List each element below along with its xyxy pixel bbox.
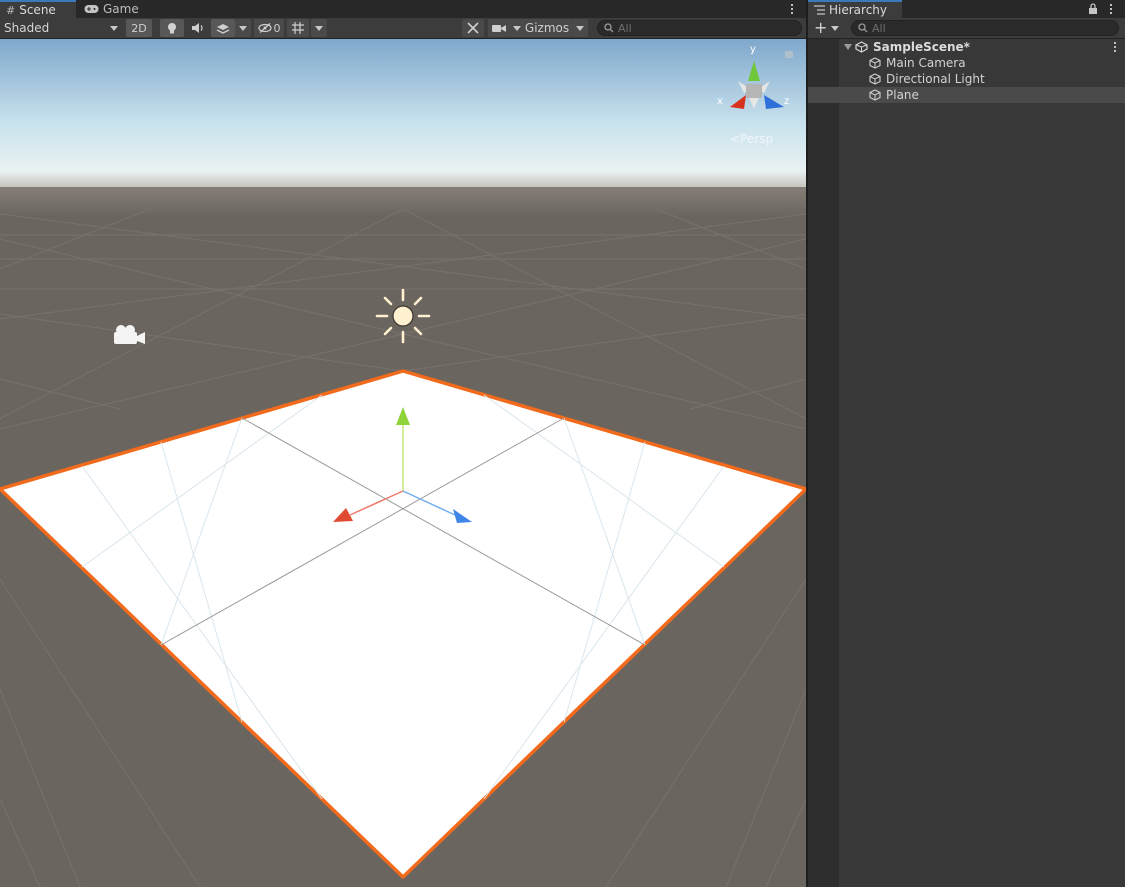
chevron-down-icon bbox=[110, 25, 118, 31]
hierarchy-panel: Hierarchy + All SampleScene* Main Camera… bbox=[806, 0, 1125, 887]
scene-render bbox=[0, 39, 806, 887]
hierarchy-item-directional-light[interactable]: Directional Light bbox=[808, 71, 1125, 87]
toggle-2d-label: 2D bbox=[131, 21, 147, 35]
chevron-down-icon bbox=[239, 25, 247, 31]
unity-scene-icon bbox=[855, 41, 868, 53]
scene-search-input[interactable]: All bbox=[597, 20, 802, 36]
scene-panel: # Scene Game Shaded 2D 0 Gizmos All y x … bbox=[0, 0, 806, 887]
chevron-down-icon bbox=[513, 25, 521, 31]
hierarchy-search-input[interactable]: All bbox=[851, 20, 1119, 36]
hierarchy-item-label: Plane bbox=[886, 88, 919, 102]
effects-dropdown-button[interactable] bbox=[235, 19, 251, 37]
gizmo-z-label: z bbox=[784, 96, 790, 107]
scene-panel-menu-icon[interactable] bbox=[787, 1, 797, 17]
hidden-objects-count: 0 bbox=[273, 21, 281, 35]
lock-icon[interactable] bbox=[785, 51, 793, 58]
expand-arrow-icon[interactable] bbox=[844, 44, 852, 50]
tab-scene-label: Scene bbox=[19, 3, 56, 17]
tab-scene[interactable]: # Scene bbox=[0, 0, 76, 18]
grid-snap-button[interactable] bbox=[287, 19, 309, 37]
lock-icon[interactable] bbox=[1088, 3, 1098, 14]
projection-toggle[interactable]: <Persp bbox=[730, 132, 773, 146]
gizmo-x-label: x bbox=[717, 96, 723, 107]
audio-toggle-button[interactable] bbox=[186, 19, 210, 37]
lightbulb-icon bbox=[168, 22, 176, 33]
gameobject-cube-icon bbox=[869, 73, 881, 85]
tools-button[interactable] bbox=[462, 19, 484, 37]
hierarchy-item-label: Main Camera bbox=[886, 56, 966, 70]
scene-name: SampleScene* bbox=[873, 40, 970, 54]
grid-dropdown-button[interactable] bbox=[311, 19, 327, 37]
grid-snap-icon bbox=[292, 22, 304, 34]
hierarchy-item-main-camera[interactable]: Main Camera bbox=[808, 55, 1125, 71]
directional-light-gizmo[interactable] bbox=[375, 288, 431, 344]
chevron-down-icon bbox=[831, 25, 840, 31]
hierarchy-item-label: Directional Light bbox=[886, 72, 985, 86]
gizmos-button[interactable]: Gizmos bbox=[522, 19, 572, 37]
tab-hierarchy-label: Hierarchy bbox=[829, 3, 888, 17]
hierarchy-search-placeholder: All bbox=[872, 21, 886, 35]
gizmo-y-label: y bbox=[750, 44, 756, 55]
shading-mode-dropdown[interactable]: Shaded bbox=[0, 18, 122, 38]
camera-settings-button[interactable] bbox=[488, 19, 510, 37]
layers-icon bbox=[216, 23, 230, 34]
effects-toggle-button[interactable] bbox=[211, 19, 235, 37]
tab-hierarchy[interactable]: Hierarchy bbox=[808, 0, 902, 18]
eye-slash-icon bbox=[257, 23, 272, 33]
scene-toolbar: Shaded 2D 0 Gizmos All bbox=[0, 18, 806, 39]
scene-tab-bar: # Scene Game bbox=[0, 0, 806, 18]
lighting-toggle-button[interactable] bbox=[160, 19, 184, 37]
plus-icon: + bbox=[814, 18, 828, 37]
hierarchy-toolbar: + All bbox=[808, 18, 1125, 39]
tab-game[interactable]: Game bbox=[78, 0, 148, 18]
scene-viewport[interactable]: y x z <Persp bbox=[0, 39, 806, 887]
gamepad-icon bbox=[84, 5, 99, 13]
speaker-icon bbox=[192, 23, 203, 33]
list-icon bbox=[814, 5, 825, 15]
gameobject-cube-icon bbox=[869, 57, 881, 69]
tab-game-label: Game bbox=[103, 2, 139, 16]
hierarchy-scene-row[interactable]: SampleScene* bbox=[808, 39, 1125, 55]
grid-icon: # bbox=[6, 3, 16, 17]
hierarchy-panel-menu-icon[interactable] bbox=[1106, 1, 1116, 17]
chevron-down-icon bbox=[576, 25, 584, 31]
search-icon bbox=[604, 23, 614, 33]
tools-icon bbox=[467, 22, 479, 34]
hierarchy-tab-bar: Hierarchy bbox=[808, 0, 1125, 18]
create-object-button[interactable]: + bbox=[814, 20, 844, 36]
camera-icon bbox=[492, 24, 506, 32]
hidden-objects-toggle[interactable]: 0 bbox=[254, 19, 284, 37]
gizmos-dropdown-button[interactable] bbox=[572, 19, 588, 37]
chevron-down-icon bbox=[315, 25, 323, 31]
gizmos-label: Gizmos bbox=[524, 21, 570, 35]
scene-row-menu-icon[interactable] bbox=[1110, 39, 1120, 55]
gameobject-cube-icon bbox=[869, 89, 881, 101]
hierarchy-gutter bbox=[808, 39, 839, 887]
search-icon bbox=[858, 23, 868, 33]
shading-mode-label: Shaded bbox=[4, 21, 50, 35]
scene-search-placeholder: All bbox=[618, 21, 632, 35]
projection-label: Persp bbox=[740, 132, 774, 146]
hierarchy-item-plane[interactable]: Plane bbox=[808, 87, 1125, 103]
toggle-2d-button[interactable]: 2D bbox=[126, 19, 152, 37]
